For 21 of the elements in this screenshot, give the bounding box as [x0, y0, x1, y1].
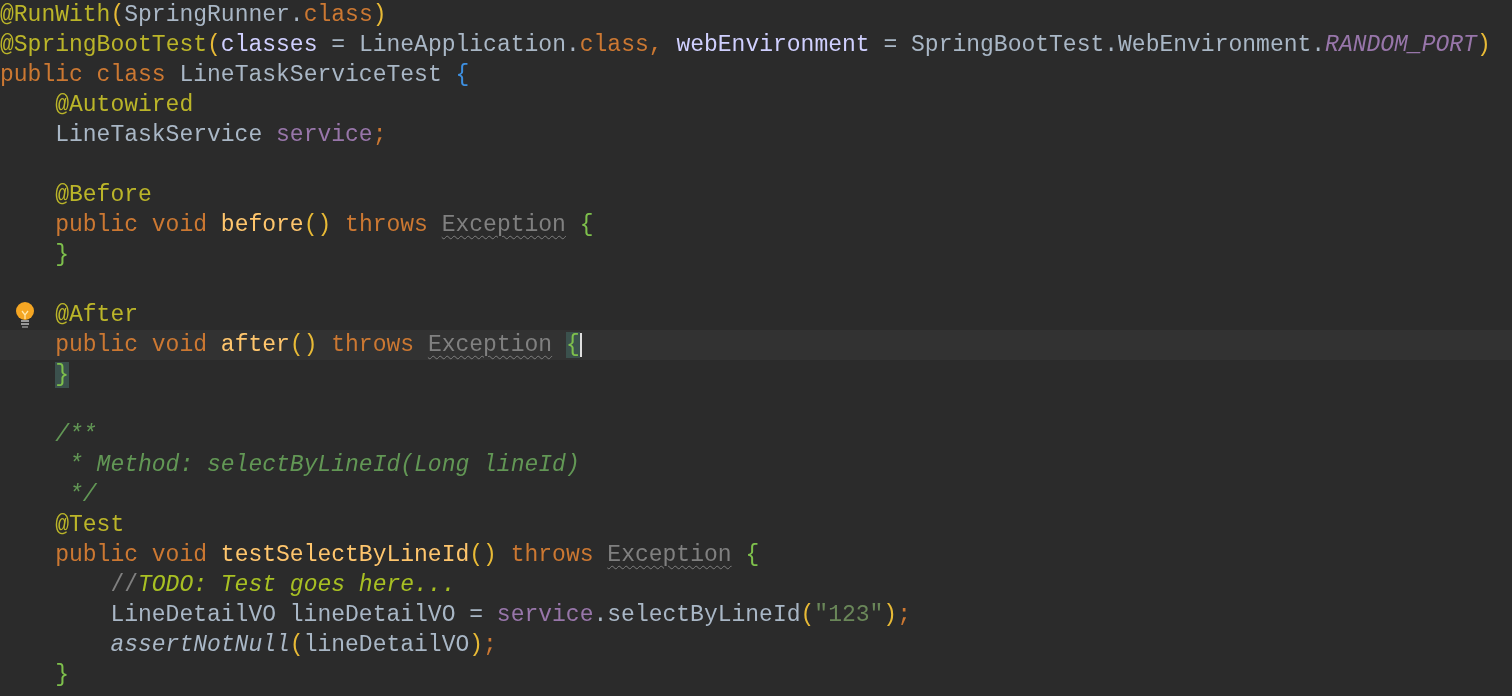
code-line: }	[55, 241, 69, 270]
code-line: @Autowired	[55, 91, 194, 120]
code-line: LineDetailVO lineDetailVO = service.selectByLineId("123");	[110, 601, 911, 630]
code-line: /**	[55, 421, 97, 450]
code-line: @Test	[55, 511, 125, 540]
code-line: * Method: selectByLineId(Long lineId)	[69, 451, 580, 480]
code-line: public void after() throws Exception {	[55, 331, 582, 360]
code-line: @After	[55, 301, 138, 330]
code-line: //TODO: Test goes here...	[110, 571, 456, 600]
code-line: public void testSelectByLineId() throws Exception {	[55, 541, 760, 570]
code-line: @RunWith(SpringRunner.class)	[0, 1, 387, 30]
code-line: @Before	[55, 181, 152, 210]
lightbulb-icon[interactable]	[15, 301, 35, 329]
code-line: LineTaskService service;	[55, 121, 387, 150]
code-line: public class LineTaskServiceTest {	[0, 61, 470, 90]
code-line: public void before() throws Exception {	[55, 211, 594, 240]
code-line: }	[55, 661, 69, 690]
code-line: @SpringBootTest(classes = LineApplication.class, webEnvironment = SpringBootTest.WebEnvironment.RANDOM_PORT)	[0, 31, 1491, 60]
code-line: */	[69, 481, 97, 510]
code-line: assertNotNull(lineDetailVO);	[110, 631, 497, 660]
code-editor[interactable]	[0, 0, 1512, 696]
